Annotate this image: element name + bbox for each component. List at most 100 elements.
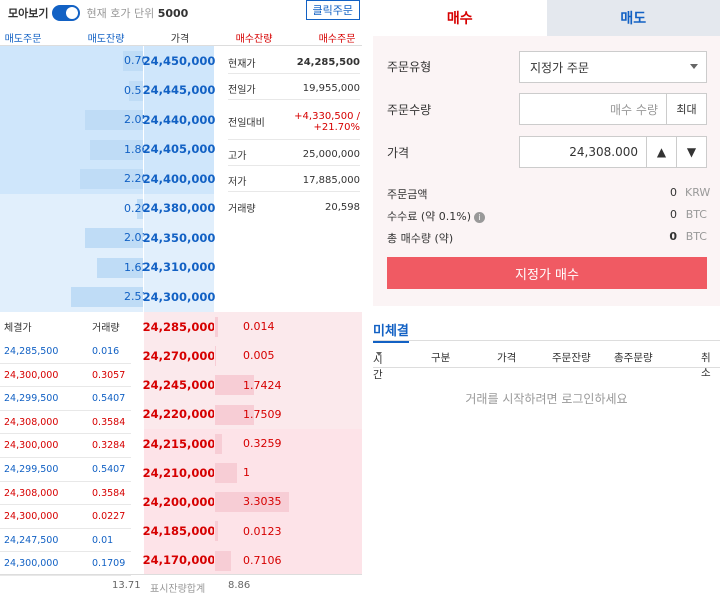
ask-row[interactable]: 2.518524,300,000 bbox=[0, 282, 362, 312]
info-change: 전일대비 +4,330,500 /+21.70% bbox=[228, 104, 360, 140]
total-qty-row: 총 매수량 (약) 0 BTC bbox=[387, 230, 707, 245]
bid-price-cell[interactable]: 24,220,000 bbox=[143, 399, 215, 430]
bid-qty-cell: 0.014 bbox=[214, 312, 290, 342]
group-view-label: 모아보기 bbox=[8, 7, 49, 20]
bid-order-cell[interactable] bbox=[290, 545, 362, 576]
bid-row[interactable]: 24,215,000 0.3259 bbox=[0, 428, 362, 459]
bid-order-cell[interactable] bbox=[290, 516, 362, 546]
group-view-toggle[interactable] bbox=[52, 5, 81, 21]
info-high: 고가 25,000,000 bbox=[228, 144, 360, 166]
ask-order-cell[interactable] bbox=[0, 282, 70, 312]
ask-price-cell[interactable]: 24,440,000 bbox=[143, 105, 215, 135]
ask-price-cell[interactable]: 24,350,000 bbox=[143, 223, 215, 253]
bid-row[interactable]: 24,270,000 0.005 bbox=[0, 341, 362, 371]
limit-buy-button[interactable]: 지정가 매수 bbox=[387, 257, 707, 289]
ask-order-cell[interactable] bbox=[0, 75, 70, 105]
ask-price-cell[interactable]: 24,300,000 bbox=[143, 282, 215, 312]
bid-row[interactable]: 24,245,000 1.7424 bbox=[0, 370, 362, 400]
header-ask-remain: 매도잔량 bbox=[87, 34, 125, 45]
bid-qty-cell: 0.3259 bbox=[214, 428, 290, 459]
info-icon[interactable]: i bbox=[474, 211, 486, 223]
bid-price-cell[interactable]: 24,245,000 bbox=[143, 370, 215, 400]
buy-form: 주문유형 지정가 주문 주문수량 매수 수량 최대 가격 24,308.000 … bbox=[373, 36, 720, 306]
order-amount-row: 주문금액 0 KRW bbox=[387, 186, 711, 201]
ask-price-cell[interactable]: 24,400,000 bbox=[143, 164, 215, 194]
header-bid-remain: 매수잔량 bbox=[235, 34, 273, 45]
ask-price-cell[interactable]: 24,310,000 bbox=[143, 252, 215, 282]
chevron-down-icon: ▼ bbox=[686, 145, 697, 159]
click-order-button[interactable]: 클릭주문 bbox=[305, 0, 360, 20]
tab-buy[interactable]: 매수 bbox=[373, 0, 547, 36]
bid-depth-bar bbox=[215, 463, 238, 483]
bid-order-cell[interactable] bbox=[290, 428, 362, 459]
ask-order-cell[interactable] bbox=[0, 46, 70, 76]
pending-header: 시간 구분 가격 주문잔량 총주문량 취소 bbox=[373, 348, 720, 381]
order-type-select[interactable]: 지정가 주문 bbox=[519, 51, 707, 83]
qty-input[interactable]: 매수 수량 bbox=[519, 93, 667, 125]
bid-row[interactable]: 24,200,000 3.3035 bbox=[0, 487, 362, 517]
bid-order-cell[interactable] bbox=[290, 312, 362, 342]
ask-price-cell[interactable]: 24,445,000 bbox=[143, 75, 215, 105]
col-price: 가격 bbox=[497, 352, 517, 364]
price-down-button[interactable]: ▼ bbox=[677, 136, 707, 168]
ask-price-cell[interactable]: 24,450,000 bbox=[143, 46, 215, 76]
bid-price-cell[interactable]: 24,185,000 bbox=[143, 516, 215, 546]
price-input[interactable]: 24,308.000 bbox=[519, 136, 647, 168]
bid-order-cell[interactable] bbox=[290, 399, 362, 430]
bid-price-cell[interactable]: 24,285,000 bbox=[143, 312, 215, 342]
col-type: 구분 bbox=[431, 352, 451, 364]
bid-qty-cell: 0.0123 bbox=[214, 516, 290, 546]
ask-order-cell[interactable] bbox=[0, 134, 70, 164]
sort-icon bbox=[376, 352, 382, 356]
ask-qty-cell: 0.2092 bbox=[70, 193, 163, 223]
ask-row[interactable]: 2.030424,350,000 bbox=[0, 223, 362, 253]
ask-order-cell[interactable] bbox=[0, 193, 70, 223]
bid-row[interactable]: 24,220,000 1.7509 bbox=[0, 399, 362, 430]
ask-qty-cell: 2.5185 bbox=[70, 282, 163, 312]
bid-depth-bar bbox=[215, 317, 218, 337]
bid-order-cell[interactable] bbox=[290, 370, 362, 400]
price-up-button[interactable]: ▲ bbox=[647, 136, 677, 168]
bid-price-cell[interactable]: 24,270,000 bbox=[143, 341, 215, 371]
bid-row[interactable]: 24,170,000 0.7106 bbox=[0, 545, 362, 576]
orderbook-footer: 13.71 표시잔량합계 8.86 bbox=[0, 574, 362, 597]
info-prev: 전일가 19,955,000 bbox=[228, 78, 360, 100]
bid-price-cell[interactable]: 24,215,000 bbox=[143, 428, 215, 459]
col-remain: 주문잔량 bbox=[552, 352, 591, 364]
ask-order-cell[interactable] bbox=[0, 223, 70, 253]
col-cancel: 취소 bbox=[701, 352, 711, 379]
ask-order-cell[interactable] bbox=[0, 164, 70, 194]
divider bbox=[373, 340, 720, 341]
header-price: 가격 bbox=[170, 34, 190, 45]
tab-sell[interactable]: 매도 bbox=[546, 0, 720, 36]
order-tabs: 매수 매도 bbox=[373, 0, 720, 36]
col-total: 총주문량 bbox=[614, 352, 653, 364]
ask-row[interactable]: 1.623 24,310,000 bbox=[0, 252, 362, 282]
info-current: 현재가 24,285,500 bbox=[228, 52, 360, 74]
ask-qty-cell: 1.623 bbox=[70, 252, 156, 282]
header-bid-order: 매수주문 bbox=[318, 34, 356, 45]
bid-total: 8.86 bbox=[228, 580, 251, 591]
ask-price-cell[interactable]: 24,380,000 bbox=[143, 193, 215, 223]
bid-row[interactable]: 24,210,000 1 bbox=[0, 458, 362, 488]
bid-order-cell[interactable] bbox=[290, 341, 362, 371]
ask-qty-cell: 0.7094 bbox=[70, 46, 163, 76]
ask-price-cell[interactable]: 24,405,000 bbox=[143, 134, 215, 164]
ask-order-cell[interactable] bbox=[0, 252, 70, 282]
max-button[interactable]: 최대 bbox=[667, 93, 707, 125]
fee-row: 수수료 (약 0.1%) i 0 BTC bbox=[387, 208, 707, 223]
bid-row[interactable]: 24,185,000 0.0123 bbox=[0, 516, 362, 546]
bid-order-cell[interactable] bbox=[290, 487, 362, 517]
bid-order-cell[interactable] bbox=[290, 458, 362, 488]
total-label: 표시잔량합계 bbox=[150, 584, 206, 595]
bid-price-cell[interactable]: 24,170,000 bbox=[143, 545, 215, 576]
price-label: 가격 bbox=[387, 146, 410, 160]
ask-order-cell[interactable] bbox=[0, 105, 70, 135]
ask-qty-cell: 0.5 bbox=[70, 75, 143, 105]
bid-price-cell[interactable]: 24,200,000 bbox=[143, 487, 215, 517]
bid-depth-bar bbox=[215, 433, 223, 454]
bid-row[interactable]: 24,285,000 0.014 bbox=[0, 312, 362, 342]
bid-price-cell[interactable]: 24,210,000 bbox=[143, 458, 215, 488]
login-prompt: 거래를 시작하려면 로그인하세요 bbox=[465, 392, 628, 406]
qty-label: 주문수량 bbox=[387, 103, 432, 117]
